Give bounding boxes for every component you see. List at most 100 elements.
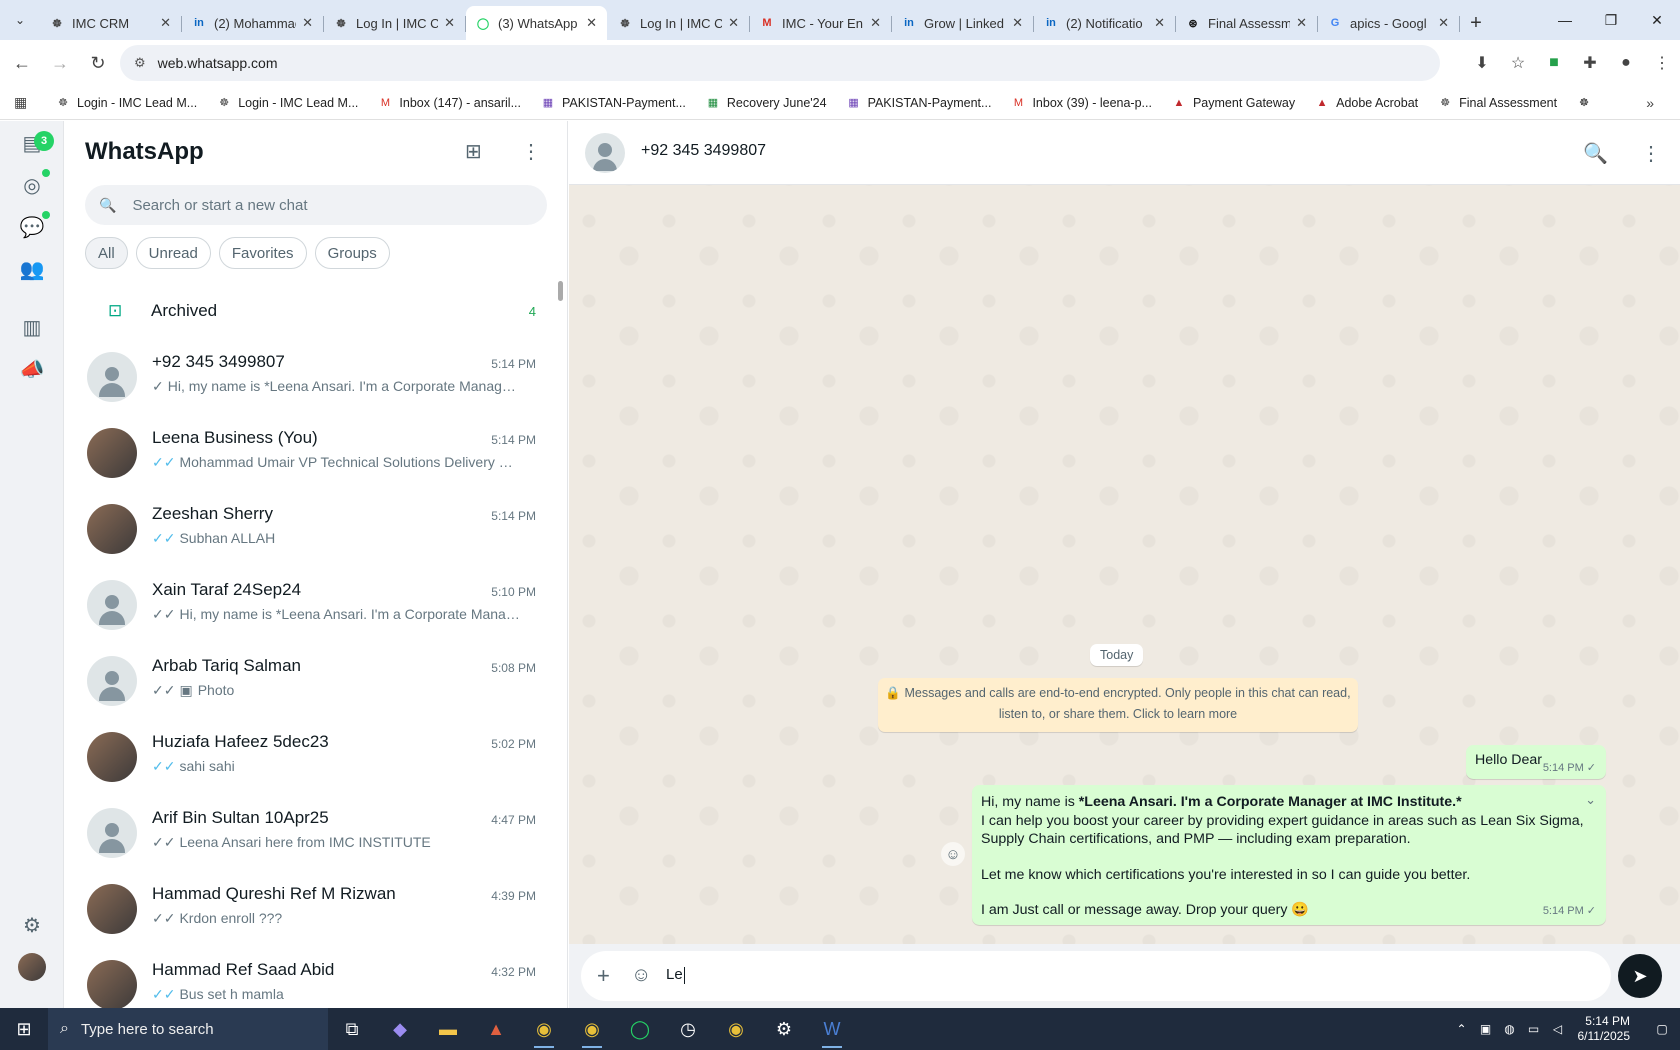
tray-app-icon[interactable]: ▣ bbox=[1474, 1022, 1498, 1036]
chat-list-item[interactable]: Hammad Qureshi Ref M Rizwan 4:39 PM ✓✓ Krdo… bbox=[65, 871, 567, 947]
outgoing-message[interactable]: ⌄ Hi, my name is *Leena Ansari. I'm a Co… bbox=[972, 785, 1606, 925]
new-chat-icon[interactable]: ⊞ bbox=[465, 139, 482, 164]
bookmark-item[interactable]: ▲ Payment Gateway bbox=[1172, 96, 1296, 110]
close-tab-icon[interactable]: ✕ bbox=[302, 15, 313, 31]
close-tab-icon[interactable]: ✕ bbox=[870, 15, 881, 31]
bookmark-item[interactable]: ☸ Login - IMC Lead M... bbox=[56, 96, 197, 110]
bookmark-item[interactable]: M Inbox (39) - leena-p... bbox=[1011, 96, 1152, 110]
filter-groups[interactable]: Groups bbox=[314, 237, 390, 269]
notification-icon[interactable]: ▢ bbox=[1644, 1022, 1680, 1036]
taskbar-search[interactable]: ⌕ Type here to search bbox=[48, 1008, 328, 1050]
system-clock[interactable]: 5:14 PM 6/11/2025 bbox=[1578, 1014, 1631, 1044]
contact-avatar[interactable] bbox=[585, 133, 625, 173]
apps-grid-icon[interactable]: ▦ bbox=[14, 94, 38, 111]
volume-icon[interactable]: ◁ bbox=[1546, 1022, 1570, 1036]
browser-tab[interactable]: in Grow | Linked ✕ bbox=[892, 6, 1034, 40]
filter-favorites[interactable]: Favorites bbox=[218, 237, 307, 269]
browser-tab[interactable]: ☸ Log In | IMC C ✕ bbox=[324, 6, 466, 40]
conversation-header[interactable]: +92 345 3499807 🔍 ⋮ bbox=[569, 121, 1680, 185]
close-tab-icon[interactable]: ✕ bbox=[1438, 15, 1449, 31]
bookmark-item[interactable]: ▦ PAKISTAN-Payment... bbox=[847, 96, 991, 110]
extension-whatsapp-icon[interactable]: ■ bbox=[1536, 54, 1572, 72]
message-input[interactable]: + ☺ Le bbox=[581, 951, 1611, 1001]
word-icon[interactable]: W bbox=[808, 1008, 856, 1050]
advertise-icon[interactable]: 📣 bbox=[18, 355, 46, 383]
message-menu-chevron-icon[interactable]: ⌄ bbox=[1585, 791, 1596, 810]
minimize-icon[interactable]: — bbox=[1542, 0, 1588, 40]
search-messages-icon[interactable]: 🔍 bbox=[1583, 141, 1608, 166]
new-tab-button[interactable]: + bbox=[1460, 6, 1492, 40]
settings-icon[interactable]: ⚙ bbox=[18, 911, 46, 939]
bookmark-item[interactable]: M Inbox (147) - ansaril... bbox=[378, 96, 521, 110]
copilot-icon[interactable]: ◆ bbox=[376, 1008, 424, 1050]
tab-search-icon[interactable]: ⌄ bbox=[0, 0, 40, 40]
clock-app-icon[interactable]: ◷ bbox=[664, 1008, 712, 1050]
bookmark-item[interactable]: ▦ PAKISTAN-Payment... bbox=[541, 96, 686, 110]
close-tab-icon[interactable]: ✕ bbox=[1296, 15, 1307, 31]
close-tab-icon[interactable]: ✕ bbox=[586, 15, 597, 31]
reload-icon[interactable]: ↻ bbox=[82, 47, 114, 79]
react-emoji-icon[interactable]: ☺ bbox=[941, 842, 965, 866]
contact-name[interactable]: +92 345 3499807 bbox=[641, 142, 766, 160]
chat-list-item[interactable]: +92 345 3499807 5:14 PM ✓ Hi, my name is *L… bbox=[65, 339, 567, 415]
settings-gear-icon[interactable]: ⚙ bbox=[760, 1008, 808, 1050]
whatsapp-taskbar-icon[interactable]: ◯ bbox=[616, 1008, 664, 1050]
profile-avatar[interactable]: ● bbox=[1608, 54, 1644, 72]
search-input[interactable]: 🔍 Search or start a new chat bbox=[85, 185, 547, 225]
bookmark-item[interactable]: ☸ Final Assessment bbox=[1438, 96, 1557, 110]
send-button[interactable]: ➤ bbox=[1618, 954, 1662, 998]
browser-tab[interactable]: ☸ Log In | IMC C ✕ bbox=[608, 6, 750, 40]
outgoing-message[interactable]: Hello Dear 5:14 PM ✓ bbox=[1466, 745, 1606, 779]
app-icon[interactable]: ▲ bbox=[472, 1008, 520, 1050]
close-tab-icon[interactable]: ✕ bbox=[1012, 15, 1023, 31]
business-tools-icon[interactable]: ▥ bbox=[18, 313, 46, 341]
tray-overflow-icon[interactable]: ⌃ bbox=[1450, 1022, 1474, 1036]
close-tab-icon[interactable]: ✕ bbox=[160, 15, 171, 31]
close-tab-icon[interactable]: ✕ bbox=[444, 15, 455, 31]
archived-row[interactable]: ⊡ Archived 4 bbox=[65, 283, 567, 339]
browser-tab[interactable]: ☸ IMC CRM ✕ bbox=[40, 6, 182, 40]
site-info-icon[interactable]: ⚙ bbox=[134, 55, 146, 71]
file-explorer-icon[interactable]: ▬ bbox=[424, 1008, 472, 1050]
browser-tab[interactable]: in (2) Mohammad ✕ bbox=[182, 6, 324, 40]
communities-icon[interactable]: 👥 bbox=[18, 255, 46, 283]
browser-menu-icon[interactable]: ⋮ bbox=[1644, 53, 1680, 73]
chat-list-item[interactable]: Arif Bin Sultan 10Apr25 4:47 PM ✓✓ Leena An… bbox=[65, 795, 567, 871]
encryption-notice[interactable]: 🔒 Messages and calls are end-to-end encr… bbox=[878, 678, 1358, 732]
chrome-alt-icon[interactable]: ◉ bbox=[712, 1008, 760, 1050]
close-tab-icon[interactable]: ✕ bbox=[1154, 15, 1165, 31]
task-view-icon[interactable]: ⧉ bbox=[328, 1008, 376, 1050]
bookmark-item[interactable]: ▦ Recovery June'24 bbox=[706, 96, 827, 110]
browser-tab[interactable]: ◯ (3) WhatsApp ✕ bbox=[466, 6, 607, 40]
chrome-profile-icon[interactable]: ◉ bbox=[568, 1008, 616, 1050]
conversation-menu-icon[interactable]: ⋮ bbox=[1641, 141, 1661, 166]
restore-icon[interactable]: ❐ bbox=[1588, 0, 1634, 40]
chat-list-item[interactable]: Huziafa Hafeez 5dec23 5:02 PM ✓✓ sahi sahi bbox=[65, 719, 567, 795]
bookmark-item[interactable]: ☸ Login - IMC Lead M... bbox=[217, 96, 358, 110]
browser-tab[interactable]: M IMC - Your En ✕ bbox=[750, 6, 892, 40]
filter-all[interactable]: All bbox=[85, 237, 128, 269]
browser-tab[interactable]: in (2) Notificatio ✕ bbox=[1034, 6, 1176, 40]
menu-icon[interactable]: ⋮ bbox=[521, 139, 541, 164]
chat-list-item[interactable]: Leena Business (You) 5:14 PM ✓✓ Mohammad Um… bbox=[65, 415, 567, 491]
bookmarks-overflow-icon[interactable]: » bbox=[1646, 95, 1654, 111]
chat-list-scrollbar[interactable] bbox=[558, 281, 563, 301]
browser-tab[interactable]: ⊛ Final Assessm ✕ bbox=[1176, 6, 1318, 40]
chat-list-item[interactable]: Arbab Tariq Salman 5:08 PM ✓✓ ▣ Photo bbox=[65, 643, 567, 719]
chrome-icon[interactable]: ◉ bbox=[520, 1008, 568, 1050]
attach-plus-icon[interactable]: + bbox=[597, 963, 610, 989]
chat-list-item[interactable]: Zeeshan Sherry 5:14 PM ✓✓ Subhan ALLAH bbox=[65, 491, 567, 567]
extensions-icon[interactable]: ✚ bbox=[1572, 53, 1608, 73]
windows-start-icon[interactable]: ⊞ bbox=[0, 1008, 48, 1050]
install-app-icon[interactable]: ⬇ bbox=[1464, 53, 1500, 73]
profile-avatar-icon[interactable] bbox=[18, 953, 46, 981]
close-tab-icon[interactable]: ✕ bbox=[728, 15, 739, 31]
bookmark-star-icon[interactable]: ☆ bbox=[1500, 53, 1536, 73]
forward-icon[interactable]: → bbox=[44, 47, 76, 79]
back-icon[interactable]: ← bbox=[6, 47, 38, 79]
sticker-icon[interactable]: ☺ bbox=[631, 964, 651, 987]
network-icon[interactable]: ▭ bbox=[1522, 1022, 1546, 1036]
bookmark-item[interactable]: ☸ bbox=[1577, 96, 1598, 110]
chat-list-item[interactable]: Xain Taraf 24Sep24 5:10 PM ✓✓ Hi, my name i… bbox=[65, 567, 567, 643]
browser-tab[interactable]: Gapics - Googl ✕ bbox=[1318, 6, 1460, 40]
